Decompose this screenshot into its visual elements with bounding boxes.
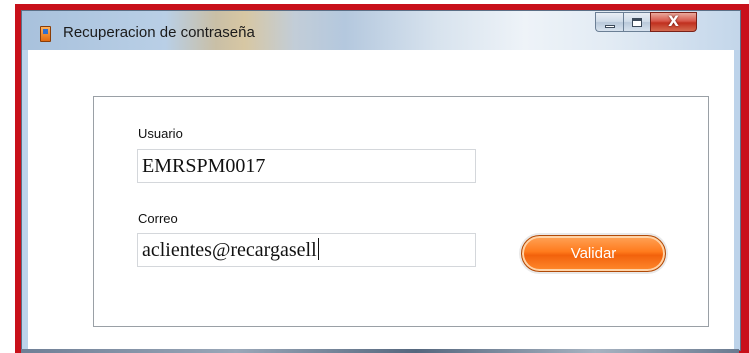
correo-value: aclientes@recargasell (142, 239, 317, 261)
maximize-button[interactable] (623, 12, 650, 32)
desktop-background (21, 349, 739, 353)
minimize-button[interactable] (595, 12, 623, 32)
close-icon: X (668, 14, 679, 30)
text-caret (317, 238, 319, 260)
minimize-icon (605, 25, 615, 28)
app-icon (40, 26, 51, 42)
form-panel: Usuario EMRSPM0017 Correo aclientes@reca… (93, 96, 709, 327)
usuario-value: EMRSPM0017 (142, 155, 266, 177)
usuario-label: Usuario (138, 126, 183, 141)
maximize-icon (632, 18, 642, 27)
caption-buttons: X (595, 12, 697, 32)
recovery-window: Recuperacion de contraseña X Usuario EMR… (21, 10, 741, 351)
window-title: Recuperacion de contraseña (63, 24, 255, 41)
title-bar[interactable]: Recuperacion de contraseña X (22, 11, 740, 50)
correo-input[interactable]: aclientes@recargasell (137, 233, 476, 267)
usuario-input[interactable]: EMRSPM0017 (137, 149, 476, 183)
correo-label: Correo (138, 211, 178, 226)
client-area: Usuario EMRSPM0017 Correo aclientes@reca… (28, 50, 734, 350)
validar-button[interactable]: Validar (521, 235, 666, 272)
close-button[interactable]: X (650, 12, 697, 32)
